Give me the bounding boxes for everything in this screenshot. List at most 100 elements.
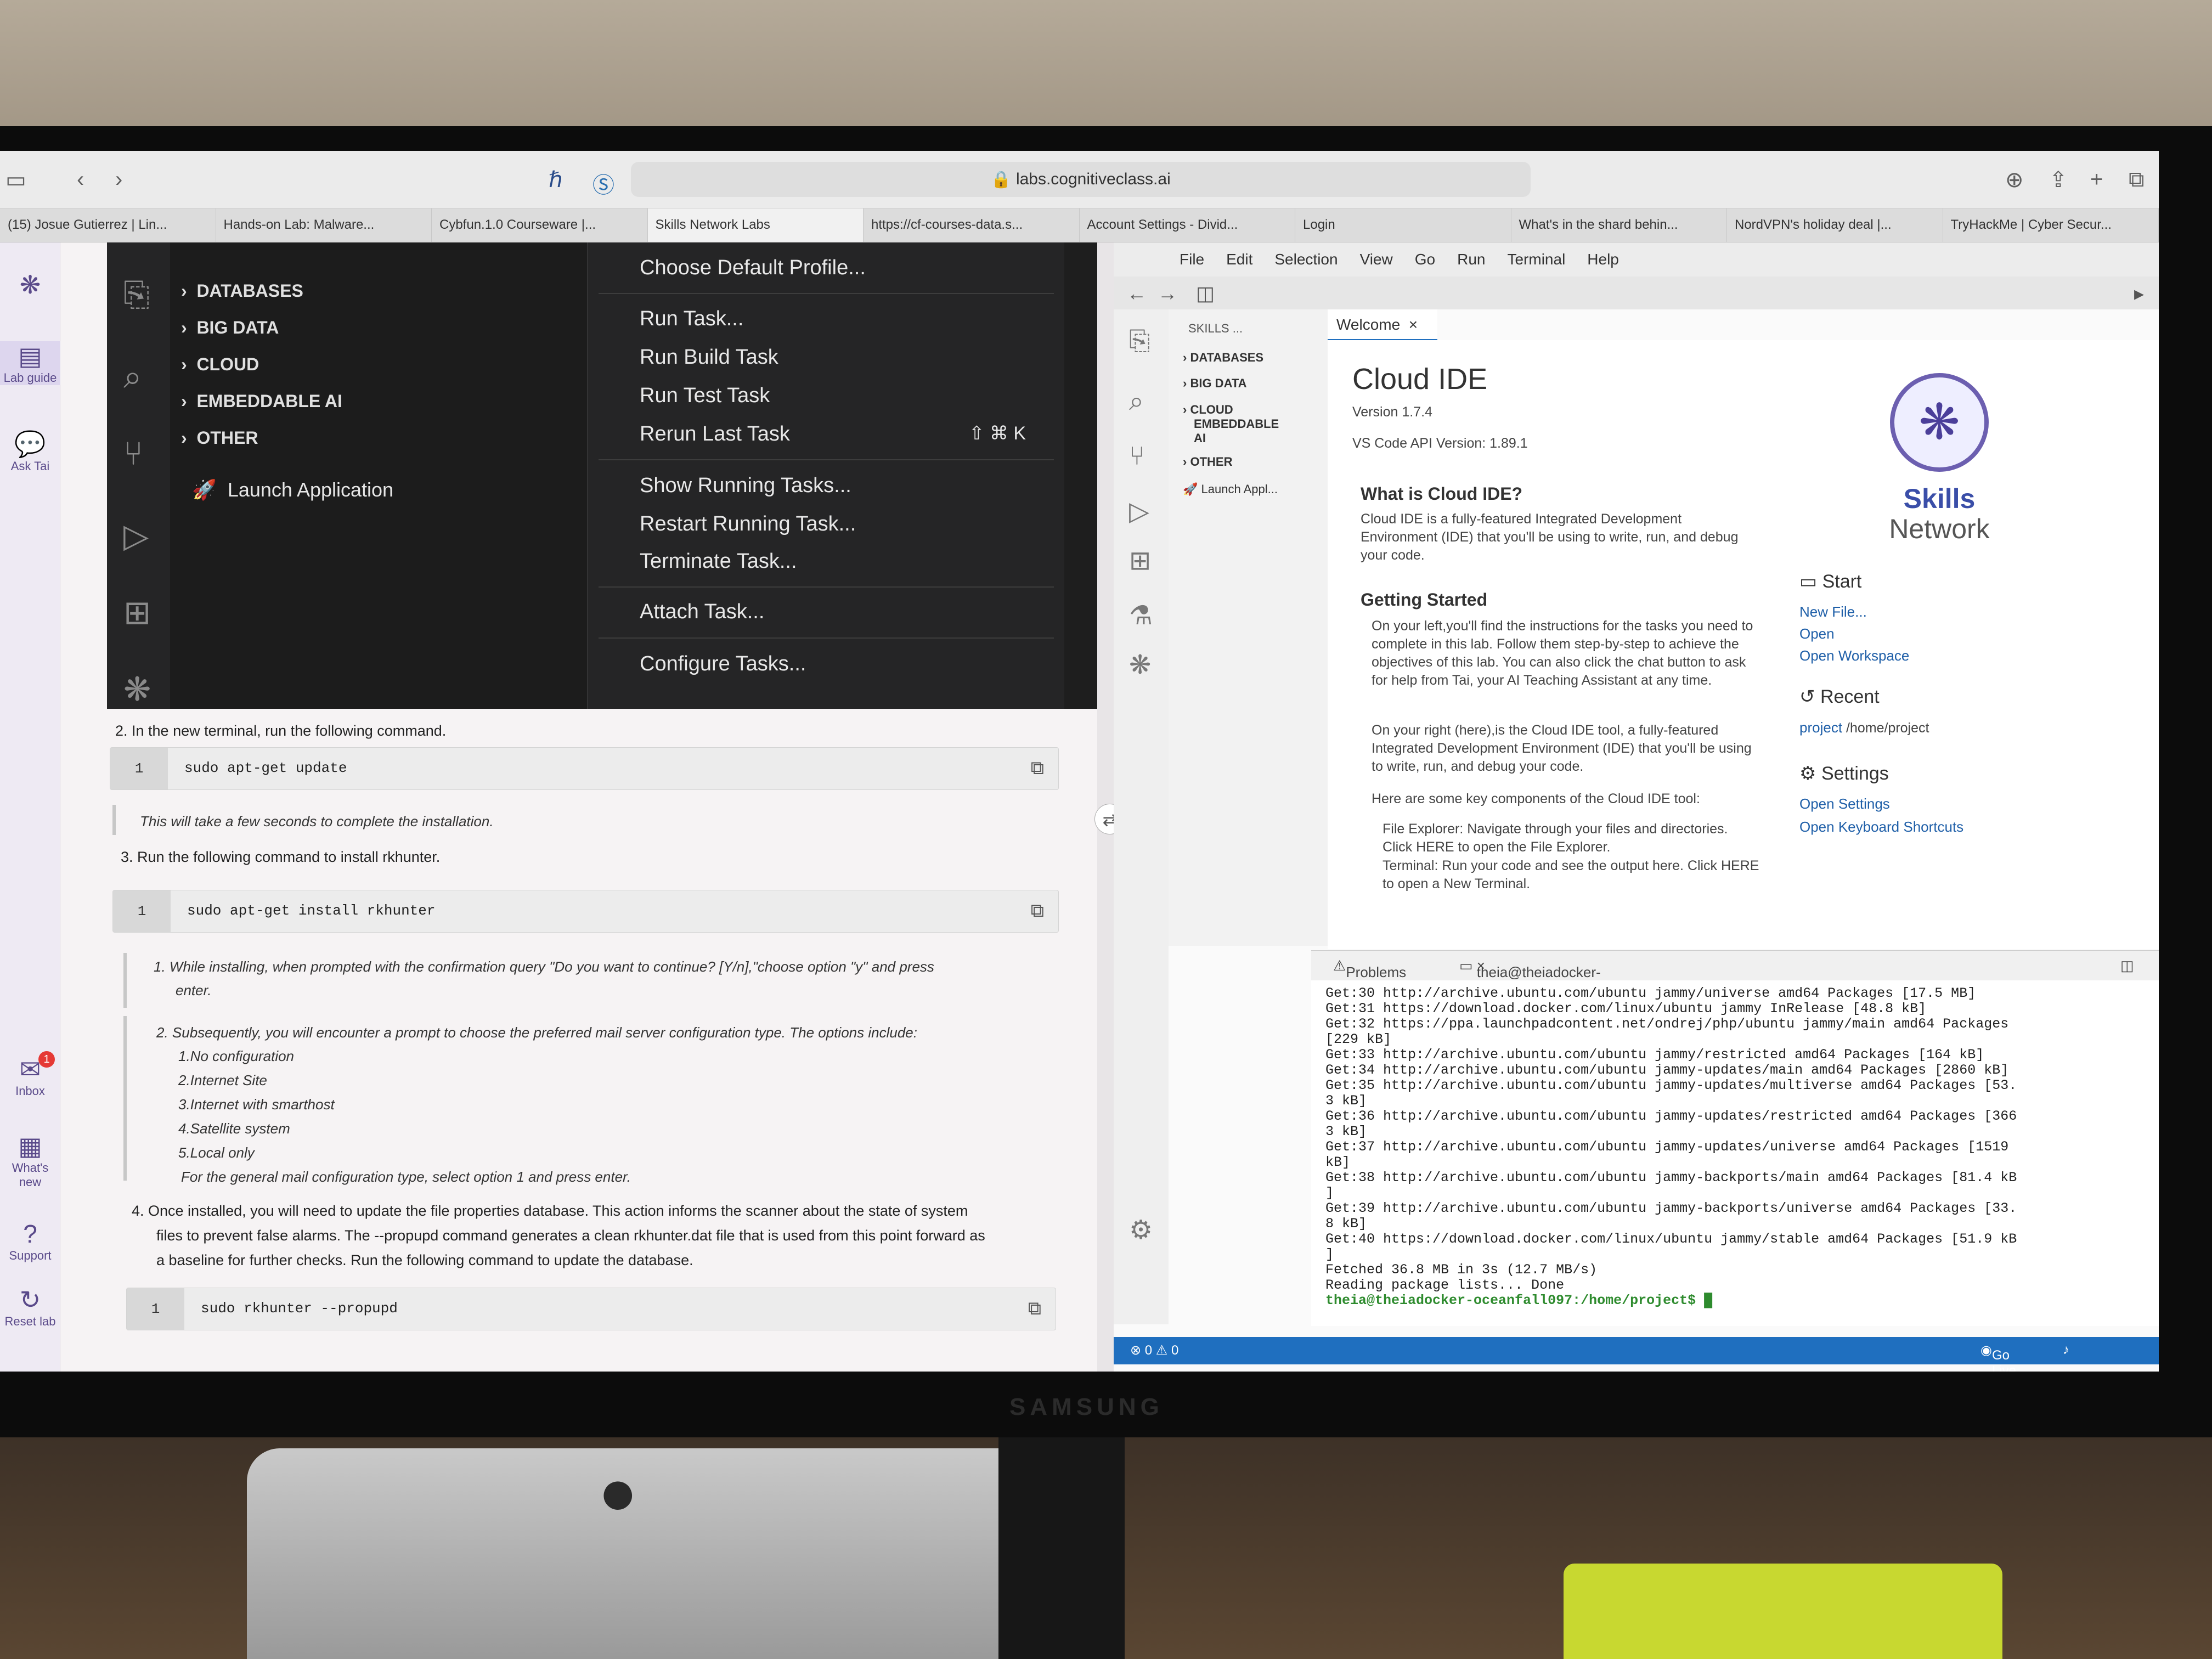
- tasks-menu: Choose Default Profile... Run Task... Ru…: [587, 242, 1064, 709]
- ask-tai-button[interactable]: 💬 Ask Tai: [0, 429, 60, 473]
- new-tab-icon[interactable]: +: [2090, 167, 2103, 192]
- terminal-line: Get:32 https://ppa.launchpadcontent.net/…: [1325, 1016, 2009, 1032]
- skills-network-logo-icon[interactable]: ❋: [0, 270, 60, 300]
- support-button[interactable]: ? Support: [0, 1219, 60, 1263]
- open-workspace-link[interactable]: Open Workspace: [1799, 647, 1909, 664]
- version: Version 1.7.4: [1352, 404, 1432, 420]
- bell-icon[interactable]: ♪: [2063, 1342, 2069, 1358]
- share-icon[interactable]: ⇪: [2049, 167, 2068, 193]
- yellow-object: [1564, 1564, 2002, 1659]
- terminal-line: 3 kB]: [1325, 1093, 1367, 1109]
- explorer-item[interactable]: › OTHER: [1183, 455, 1232, 469]
- go-live-button[interactable]: ◉ Go Live: [1980, 1342, 2016, 1372]
- tab-active[interactable]: Skills Network Labs: [647, 208, 864, 242]
- recent-item[interactable]: project /home/project: [1799, 719, 1929, 737]
- menu-run[interactable]: Run: [1457, 242, 1485, 276]
- download-icon[interactable]: ⊕: [2005, 167, 2024, 193]
- copy-icon[interactable]: ⧉: [1028, 1298, 1041, 1319]
- explorer-item[interactable]: › BIG DATA: [1183, 376, 1247, 391]
- menu-file[interactable]: File: [1180, 242, 1204, 276]
- sidebar-icon[interactable]: ▭: [5, 167, 26, 193]
- code-command: sudo apt-get update: [184, 760, 347, 776]
- explorer-icon[interactable]: ⎘: [1129, 326, 1150, 357]
- problems-tab[interactable]: ⚠ Problems: [1333, 957, 1406, 980]
- tab[interactable]: https://cf-courses-data.s...: [864, 208, 1080, 242]
- recent-heading: ↺ Recent: [1799, 686, 1880, 707]
- tabs-overview-icon[interactable]: ⧉: [2129, 167, 2145, 192]
- menu-go[interactable]: Go: [1415, 242, 1435, 276]
- note-bar: [112, 805, 116, 835]
- getting-started-left: On your left,you'll find the instruction…: [1372, 618, 1753, 688]
- lab-guide: ⎘ ⌕ ⑂ ▷ ⊞ ❋ › DATABASES › BIG DATA › CLO…: [60, 242, 1122, 1372]
- maximize-panel-icon[interactable]: ◫: [2120, 957, 2134, 974]
- close-icon[interactable]: ×: [1409, 316, 1418, 333]
- extension-h-icon[interactable]: ℏ: [549, 167, 562, 193]
- open-settings-link[interactable]: Open Settings: [1799, 795, 1890, 812]
- menu-selection[interactable]: Selection: [1274, 242, 1338, 276]
- extension-s-icon[interactable]: Ⓢ: [592, 167, 614, 199]
- run-debug-icon[interactable]: ▷: [1129, 496, 1149, 527]
- new-file-link[interactable]: New File...: [1799, 603, 1867, 620]
- address-bar[interactable]: 🔒 labs.cognitiveclass.ai: [631, 162, 1531, 197]
- components-intro: Here are some key components of the Clou…: [1372, 791, 1700, 806]
- settings-gear-icon[interactable]: ⚙: [1129, 1215, 1153, 1245]
- tab[interactable]: Hands-on Lab: Malware...: [216, 208, 432, 242]
- tab-welcome[interactable]: Welcome ×: [1328, 309, 1437, 340]
- back-arrow-icon[interactable]: ←: [1127, 282, 1147, 305]
- menu-edit[interactable]: Edit: [1226, 242, 1252, 276]
- file-explorer-item: File Explorer: Navigate through your fil…: [1383, 821, 1728, 855]
- terminal-tab[interactable]: ▭ theia@theiadocker-oceanfall097: /home/…: [1459, 957, 1601, 1014]
- skills-network-icon[interactable]: ❋: [1129, 650, 1151, 680]
- terminal-output[interactable]: Get:30 http://archive.ubuntu.com/ubuntu …: [1311, 980, 2159, 1326]
- problems-count[interactable]: ⊗ 0 ⚠ 0: [1130, 1342, 1178, 1358]
- copy-icon[interactable]: ⧉: [1031, 758, 1044, 779]
- forward-arrow-icon[interactable]: →: [1158, 282, 1177, 305]
- copy-icon[interactable]: ⧉: [1031, 900, 1044, 922]
- tab[interactable]: NordVPN's holiday deal |...: [1727, 208, 1943, 242]
- terminal-line: Reading package lists... Done: [1325, 1277, 1565, 1293]
- explorer-launch[interactable]: 🚀 Launch Appl...: [1183, 482, 1278, 496]
- menu-view[interactable]: View: [1360, 242, 1393, 276]
- lock-icon: 🔒: [991, 170, 1016, 189]
- tab[interactable]: Login: [1295, 208, 1511, 242]
- menu-terminal[interactable]: Terminal: [1507, 242, 1565, 276]
- explorer-item[interactable]: AI: [1194, 431, 1206, 445]
- whats-new-button[interactable]: ▦ What's new: [0, 1131, 60, 1189]
- ide-activity-bar: ⎘ ⌕ ⑂ ▷ ⊞ ⚗ ❋ ⚙: [1114, 309, 1169, 1324]
- testing-icon[interactable]: ⚗: [1129, 600, 1153, 631]
- explorer-item[interactable]: › CLOUD: [1183, 403, 1233, 417]
- mail-option: 3.Internet with smarthost: [178, 1096, 335, 1113]
- extensions-icon[interactable]: ⊞: [1129, 545, 1151, 576]
- note-bar: [123, 953, 127, 1008]
- chat-icon: 💬: [14, 430, 46, 458]
- terminal-line: Get:31 https://download.docker.com/linux…: [1325, 1001, 1927, 1017]
- tab[interactable]: Cybfun.1.0 Courseware |...: [432, 208, 648, 242]
- cloud-ide: File Edit Selection View Go Run Terminal…: [1114, 242, 2159, 1372]
- tab[interactable]: What's in the shard behin...: [1511, 208, 1727, 242]
- tab[interactable]: (15) Josue Gutierrez | Lin...: [0, 208, 216, 242]
- open-keyboard-shortcuts-link[interactable]: Open Keyboard Shortcuts: [1799, 819, 1963, 836]
- toggle-panel-icon[interactable]: ◫: [1196, 282, 1215, 305]
- monitor-stand: [998, 1437, 1125, 1659]
- terminal-line: 8 kB]: [1325, 1216, 1367, 1232]
- menu-item: Attach Task...: [640, 600, 765, 623]
- tab[interactable]: Account Settings - Divid...: [1080, 208, 1295, 242]
- collapse-icon[interactable]: ▸: [2134, 282, 2144, 305]
- back-icon[interactable]: ‹: [77, 167, 84, 192]
- open-link[interactable]: Open: [1799, 625, 1835, 642]
- explorer-item[interactable]: › DATABASES: [1183, 351, 1263, 365]
- menu-item: Configure Tasks...: [640, 652, 806, 675]
- welcome-title: Cloud IDE: [1352, 363, 1488, 396]
- reset-lab-button[interactable]: ↻ Reset lab: [0, 1285, 60, 1329]
- explorer-item[interactable]: EMBEDDABLE: [1194, 417, 1279, 431]
- menu-help[interactable]: Help: [1587, 242, 1619, 276]
- lab-guide-button[interactable]: ▤ Lab guide: [0, 341, 60, 385]
- search-icon[interactable]: ⌕: [1129, 386, 1144, 417]
- forward-icon[interactable]: ›: [115, 167, 122, 192]
- start-icon: ▭: [1799, 571, 1818, 592]
- tab[interactable]: TryHackMe | Cyber Secur...: [1943, 208, 2159, 242]
- source-control-icon[interactable]: ⑂: [1129, 441, 1145, 471]
- note-bar: [123, 1016, 127, 1181]
- what-heading: What is Cloud IDE?: [1361, 484, 1523, 504]
- inbox-button[interactable]: ✉ 1 Inbox: [0, 1051, 60, 1098]
